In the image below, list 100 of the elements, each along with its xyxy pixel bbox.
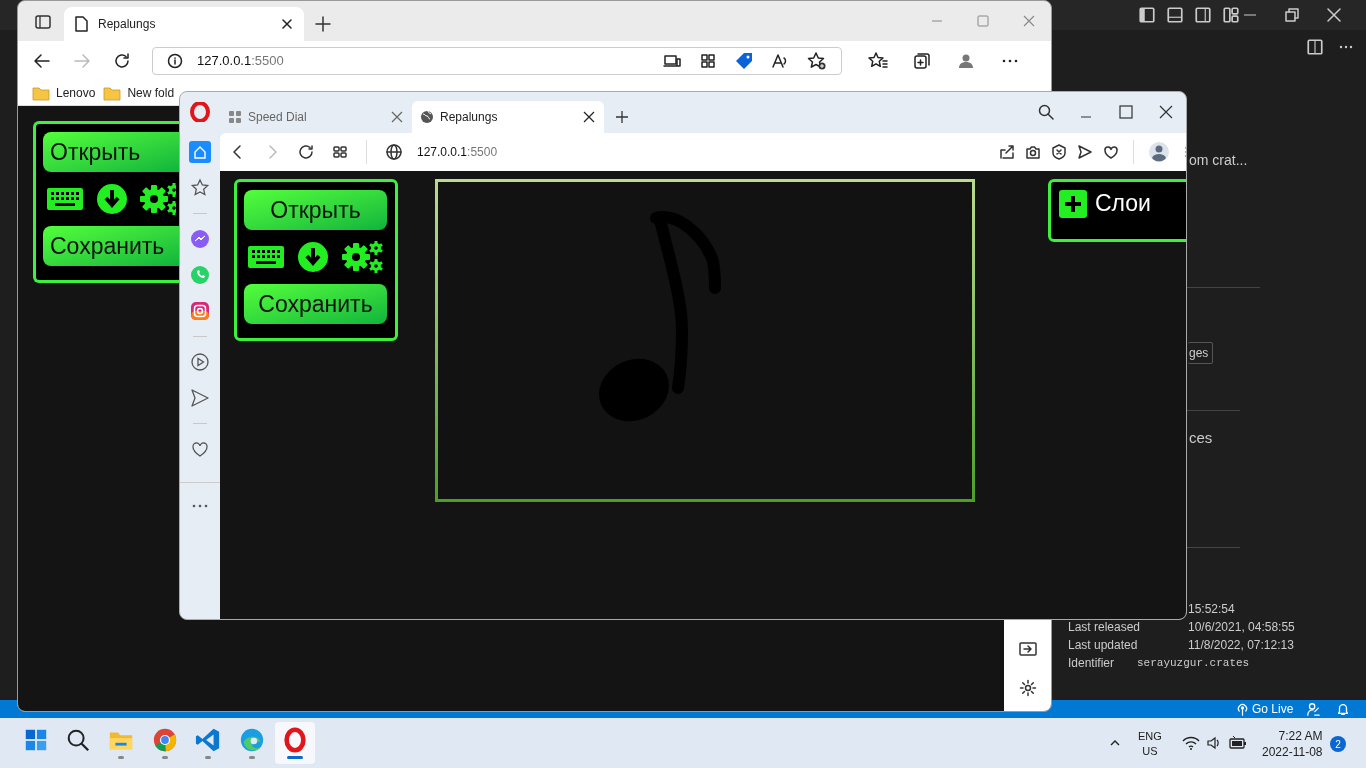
apps-icon[interactable] xyxy=(699,52,717,70)
heart-icon[interactable] xyxy=(1103,144,1119,160)
folder-icon xyxy=(32,85,50,101)
refresh-icon[interactable] xyxy=(112,51,132,71)
add-icon xyxy=(1059,190,1087,218)
read-aloud-icon[interactable] xyxy=(771,52,789,70)
bookmark[interactable]: Lenovo xyxy=(32,84,96,102)
add-favorite-icon[interactable] xyxy=(807,52,827,70)
globe-icon xyxy=(420,110,434,124)
tag-button[interactable]: ges xyxy=(1188,342,1214,364)
download-icon[interactable] xyxy=(95,183,128,215)
wifi-icon[interactable] xyxy=(1182,735,1200,751)
detail-value: serayuzgur.crates xyxy=(1137,656,1250,671)
reload-icon[interactable] xyxy=(298,144,314,160)
split-editor-icon[interactable] xyxy=(1306,38,1324,56)
detail-label: Identifier xyxy=(1068,655,1115,672)
info-icon[interactable] xyxy=(167,53,183,69)
tabs-grid-icon[interactable] xyxy=(332,144,348,160)
language-code[interactable]: ENG xyxy=(1138,729,1162,744)
profile-icon[interactable] xyxy=(1148,141,1170,163)
new-tab-icon[interactable] xyxy=(314,15,332,33)
player-icon[interactable] xyxy=(189,351,211,373)
browser-tab[interactable]: Repalungs xyxy=(64,7,304,41)
collections-icon[interactable] xyxy=(912,51,932,71)
detail-label: Last updated xyxy=(1068,637,1138,654)
drawing-canvas[interactable] xyxy=(435,179,975,502)
save-button[interactable]: Сохранить xyxy=(43,226,179,266)
home-icon[interactable] xyxy=(189,141,211,163)
address-bar[interactable]: 127.0.0.1:5500 xyxy=(152,47,842,75)
grid-icon xyxy=(228,110,242,124)
vscode-icon xyxy=(195,727,221,753)
globe-icon xyxy=(385,143,403,161)
bookmark[interactable]: New fold xyxy=(103,84,175,102)
detail-value: 10/6/2021, 04:58:55 xyxy=(1188,619,1295,636)
new-tab-icon[interactable] xyxy=(614,109,630,125)
favorites-icon[interactable] xyxy=(868,52,888,70)
gears-icon[interactable] xyxy=(139,182,176,216)
gears-icon[interactable] xyxy=(341,240,385,274)
detail-label: Last released xyxy=(1068,619,1141,636)
restore-icon[interactable] xyxy=(1282,5,1302,25)
feedback-icon[interactable] xyxy=(1306,702,1320,716)
maximize-icon[interactable] xyxy=(1118,104,1134,120)
time-text: 7:22 AM xyxy=(1278,728,1323,744)
opera-logo-icon[interactable] xyxy=(190,102,210,122)
detail-value: 15:52:54 xyxy=(1188,601,1235,618)
search-icon xyxy=(65,727,91,753)
page-icon xyxy=(74,16,88,32)
settings-icon[interactable] xyxy=(1018,679,1037,697)
tab-title: Repalungs xyxy=(440,109,499,126)
split-layout-icon[interactable] xyxy=(1194,6,1212,24)
search-icon[interactable] xyxy=(1038,104,1054,120)
sidebar-layout-icon[interactable] xyxy=(1138,6,1156,24)
close-icon[interactable] xyxy=(1158,104,1174,120)
panel-layout-icon[interactable] xyxy=(1166,6,1184,24)
devices-icon[interactable] xyxy=(663,52,681,70)
layout-grid-icon[interactable] xyxy=(1222,6,1240,24)
tab-title: Repalungs xyxy=(98,16,157,33)
keyboard-icon[interactable] xyxy=(46,186,84,212)
folder-icon xyxy=(103,85,122,101)
download-icon[interactable] xyxy=(297,241,329,273)
send-icon[interactable] xyxy=(1077,144,1093,160)
date-text: 2022-11-08 xyxy=(1262,744,1323,760)
camera-icon[interactable] xyxy=(1025,144,1041,160)
save-button[interactable]: Сохранить xyxy=(244,284,387,324)
start-icon xyxy=(23,727,49,753)
tag-icon[interactable] xyxy=(735,52,753,70)
layers-button[interactable]: Слои xyxy=(1048,179,1186,242)
go-live-button[interactable]: Go Live xyxy=(1236,701,1294,717)
sidebar-toggle-icon[interactable] xyxy=(1018,641,1037,657)
region-code[interactable]: US xyxy=(1142,744,1158,759)
browser-tab[interactable]: Speed Dial xyxy=(220,101,412,133)
star-icon[interactable] xyxy=(189,177,211,199)
opera-icon xyxy=(282,727,308,753)
url-text: 127.0.0.1:5500 xyxy=(417,144,498,161)
tab-title: Speed Dial xyxy=(248,109,308,126)
edge-icon xyxy=(239,727,265,753)
url-text: 127.0.0.1:5500 xyxy=(197,52,285,71)
close-icon[interactable] xyxy=(280,17,294,31)
browser-tab[interactable]: Repalungs xyxy=(412,101,604,133)
volume-icon[interactable] xyxy=(1206,735,1222,751)
chrome-icon xyxy=(152,727,178,753)
close-icon[interactable] xyxy=(582,110,596,124)
share-icon[interactable] xyxy=(999,144,1015,160)
detail-value: 11/8/2022, 07:12:13 xyxy=(1188,637,1294,654)
messenger-icon[interactable] xyxy=(189,228,211,250)
instagram-icon[interactable] xyxy=(189,300,211,322)
battery-icon[interactable] xyxy=(1228,735,1248,751)
bell-icon[interactable] xyxy=(1336,702,1350,716)
broadcast-icon xyxy=(1236,702,1249,716)
description-text: om crat... xyxy=(1189,151,1248,170)
open-button[interactable]: Открыть xyxy=(43,132,179,172)
back-icon[interactable] xyxy=(32,51,52,71)
open-button[interactable]: Открыть xyxy=(244,190,387,230)
tab-actions-icon[interactable] xyxy=(34,13,52,31)
clock[interactable]: 7:22 AM 2022-11-08 xyxy=(1262,728,1323,760)
address-bar[interactable]: 127.0.0.1:5500 xyxy=(385,138,981,166)
shield-icon[interactable] xyxy=(1051,144,1067,160)
close-icon[interactable] xyxy=(1324,5,1344,25)
keyboard-icon[interactable] xyxy=(247,244,285,270)
section-heading: ces xyxy=(1189,428,1213,448)
